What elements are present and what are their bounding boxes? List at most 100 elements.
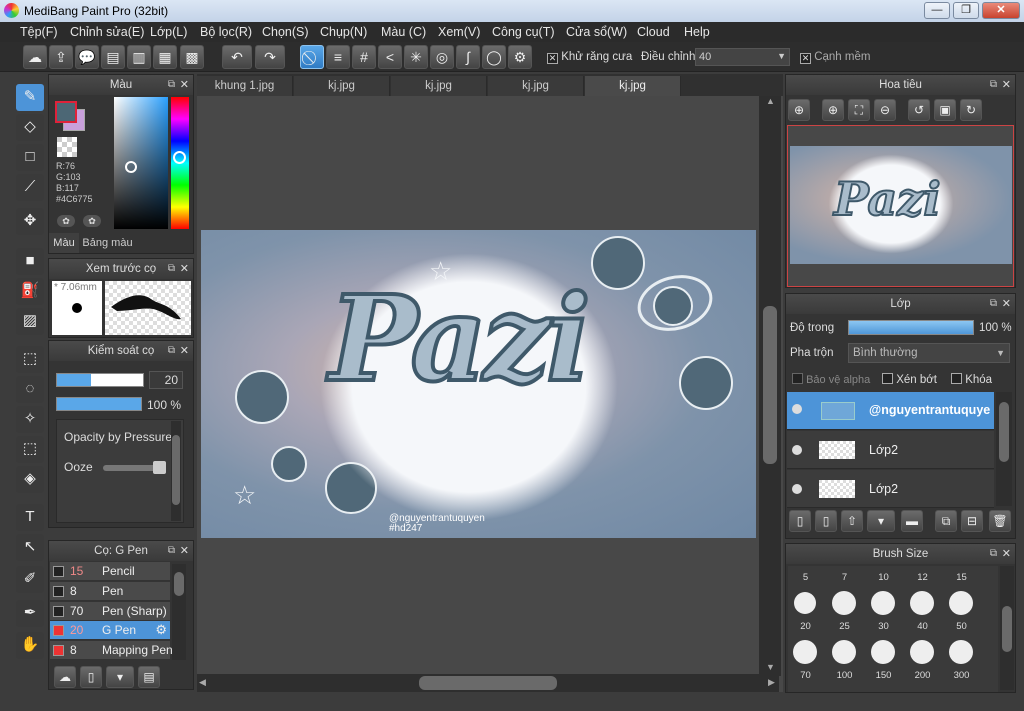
color-picker-cursor[interactable] <box>125 161 137 173</box>
fill-rect-tool-icon[interactable]: ■ <box>16 248 44 275</box>
tab-document-1[interactable]: khung 1.jpg <box>197 76 293 96</box>
protect-alpha-checkbox[interactable] <box>792 373 803 384</box>
brush-size-input[interactable]: 20 <box>149 371 183 389</box>
divide-tool-icon[interactable]: ✐ <box>16 566 44 593</box>
zoom-out-icon[interactable]: ⊖ <box>874 99 896 121</box>
palette-add-icon[interactable]: ✿ <box>57 215 75 227</box>
actual-size-icon[interactable]: ▣ <box>934 99 956 121</box>
lasso-tool-icon[interactable]: ◌ <box>16 376 44 403</box>
minimize-button[interactable]: — <box>924 2 950 19</box>
tab-palette[interactable]: Bảng màu <box>80 233 135 253</box>
select-eraser-tool-icon[interactable]: ◈ <box>16 466 44 493</box>
brush-item-pen-sharp[interactable]: 70 Pen (Sharp) <box>50 602 170 621</box>
canvas-vertical-scrollbar[interactable]: ▲ ▼ <box>759 96 781 676</box>
layer-opacity-slider[interactable] <box>848 320 974 335</box>
close-icon[interactable]: ✕ <box>1002 294 1011 314</box>
brush-size-dot[interactable] <box>832 591 856 615</box>
close-icon[interactable]: ✕ <box>180 259 189 279</box>
perspective-snap-icon[interactable]: < <box>378 45 402 69</box>
grid-layout-icon[interactable]: ▩ <box>180 45 204 69</box>
close-icon[interactable]: ✕ <box>180 75 189 95</box>
brush-item-pencil[interactable]: 15 Pencil <box>50 562 170 581</box>
adjust-select[interactable]: 40 ▼ <box>695 48 790 66</box>
detach-icon[interactable]: ⧉ <box>990 544 997 564</box>
parallel-snap-icon[interactable]: ≡ <box>326 45 350 69</box>
menu-layer[interactable]: Lớp(L) <box>150 25 187 39</box>
menu-window[interactable]: Cửa sổ(W) <box>566 25 627 39</box>
detach-icon[interactable]: ⧉ <box>168 75 175 95</box>
circle-snap-icon[interactable]: ◯ <box>482 45 506 69</box>
concentric-snap-icon[interactable]: ◎ <box>430 45 454 69</box>
duplicate-layer-icon[interactable]: ⧉ <box>935 510 957 532</box>
menu-help[interactable]: Help <box>684 25 710 39</box>
tab-color[interactable]: Màu <box>49 233 79 253</box>
menu-view[interactable]: Xem(V) <box>438 25 480 39</box>
snap-settings-icon[interactable]: ⚙ <box>508 45 532 69</box>
menu-color[interactable]: Màu (C) <box>381 25 426 39</box>
brush-property-icon[interactable]: ▤ <box>138 666 160 688</box>
brush-size-cell[interactable]: 20 <box>786 621 825 632</box>
brush-size-dot[interactable] <box>949 640 973 664</box>
brush-size-dot[interactable] <box>871 591 895 615</box>
layer-list-scrollbar[interactable] <box>996 392 1012 506</box>
visibility-icon[interactable] <box>792 404 802 414</box>
brush-size-cell[interactable]: 40 <box>903 621 942 632</box>
select-pen-tool-icon[interactable]: ⬚ <box>16 436 44 463</box>
menu-filter[interactable]: Bộ lọc(R) <box>200 25 252 39</box>
brush-size-dot[interactable] <box>793 640 817 664</box>
transparent-swatch[interactable] <box>57 137 77 157</box>
scroll-up-icon[interactable]: ▲ <box>766 96 775 106</box>
merge-layer-icon[interactable]: ⊟ <box>961 510 983 532</box>
curve-snap-icon[interactable]: ∫ <box>456 45 480 69</box>
brush-settings-icon[interactable]: ⚙ <box>155 622 167 638</box>
brush-size-dot[interactable] <box>910 591 934 615</box>
delete-layer-icon[interactable]: 🗑 <box>989 510 1011 532</box>
bucket-tool-icon[interactable]: ⛽ <box>16 278 44 305</box>
brush-menu-icon[interactable]: ▾ <box>106 666 134 688</box>
menu-edit[interactable]: Chỉnh sửa(E) <box>70 25 144 39</box>
rotate-right-icon[interactable]: ↻ <box>960 99 982 121</box>
detach-icon[interactable]: ⧉ <box>990 75 997 95</box>
brush-size-cell[interactable]: 70 <box>786 670 825 681</box>
eraser-tool-icon[interactable]: ◇ <box>16 114 44 141</box>
menu-cloud[interactable]: Cloud <box>637 25 670 39</box>
layer-row[interactable]: Lớp2 <box>787 470 994 508</box>
brush-size-cell[interactable]: 7 <box>825 572 864 583</box>
brush-size-cell[interactable]: 15 <box>942 572 981 583</box>
navigator-preview[interactable]: Pazi <box>787 125 1014 287</box>
menu-capture[interactable]: Chụp(N) <box>320 25 367 39</box>
hue-slider[interactable] <box>171 97 189 229</box>
brush-size-dot[interactable] <box>949 591 973 615</box>
brush-item-g-pen[interactable]: 20 G Pen ⚙ <box>50 621 170 640</box>
close-icon[interactable]: ✕ <box>180 341 189 361</box>
detach-icon[interactable]: ⧉ <box>168 341 175 361</box>
visibility-icon[interactable] <box>792 445 802 455</box>
close-icon[interactable]: ✕ <box>1002 544 1011 564</box>
brush-size-cell[interactable]: 5 <box>786 572 825 583</box>
dot-pen-tool-icon[interactable]: ⟋ <box>16 174 44 201</box>
close-icon[interactable]: ✕ <box>1002 75 1011 95</box>
brush-size-cell[interactable]: 100 <box>825 670 864 681</box>
brush-item-pen[interactable]: 8 Pen <box>50 582 170 601</box>
no-snap-icon[interactable]: ⃠ <box>300 45 324 69</box>
brush-size-dot[interactable] <box>794 592 816 614</box>
rotate-left-icon[interactable]: ↺ <box>908 99 930 121</box>
gradient-tool-icon[interactable]: ▨ <box>16 308 44 335</box>
detach-icon[interactable]: ⧉ <box>168 541 175 561</box>
antialias-checkbox[interactable]: ✕ <box>547 53 558 64</box>
tab-document-5[interactable]: kj.jpg <box>585 76 681 96</box>
brush-tool-icon[interactable]: ✎ <box>16 84 44 111</box>
brush-control-scrollbar[interactable] <box>171 421 181 521</box>
radial-snap-icon[interactable]: ✳ <box>404 45 428 69</box>
palette-edit-icon[interactable]: ✿ <box>83 215 101 227</box>
brush-opacity-slider[interactable] <box>56 397 142 411</box>
lock-checkbox[interactable] <box>951 373 962 384</box>
visibility-icon[interactable] <box>792 484 802 494</box>
brush-size-cell[interactable]: 10 <box>864 572 903 583</box>
tab-document-4[interactable]: kj.jpg <box>488 76 584 96</box>
new-brush-icon[interactable]: ▯ <box>80 666 102 688</box>
new-halftone-layer-icon[interactable]: ▯ <box>815 510 837 532</box>
primary-color-swatch[interactable] <box>55 101 77 123</box>
new-layer-icon[interactable]: ▯ <box>789 510 811 532</box>
layer-menu-icon[interactable]: ▾ <box>867 510 895 532</box>
